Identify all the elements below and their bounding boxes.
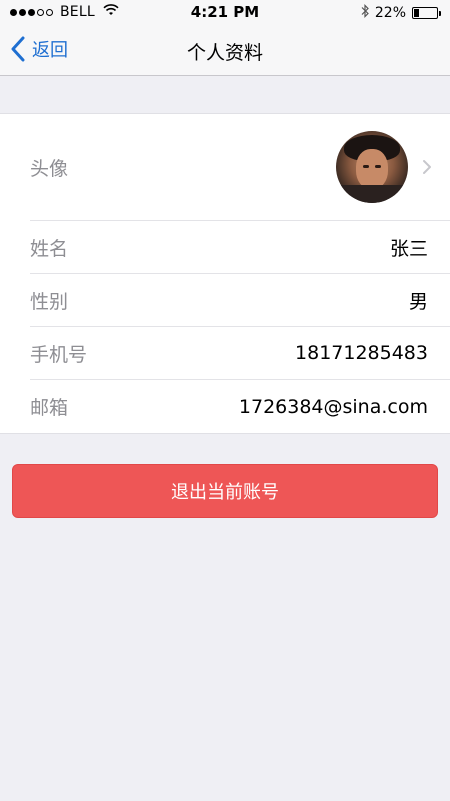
gender-row[interactable]: 性别 男 xyxy=(30,274,450,327)
gender-label: 性别 xyxy=(30,290,69,313)
bluetooth-icon xyxy=(361,4,369,22)
battery-icon xyxy=(412,7,441,19)
battery-percent: 22% xyxy=(374,5,406,21)
gender-value: 男 xyxy=(408,290,428,313)
email-label: 邮箱 xyxy=(30,397,69,419)
avatar-eye xyxy=(375,165,381,168)
profile-list: 头像 姓名 张三 性别 男 手机号 18171285483 邮箱 1726384… xyxy=(0,113,450,434)
avatar-shirt xyxy=(336,185,408,203)
phone-label: 手机号 xyxy=(30,343,88,366)
name-label: 姓名 xyxy=(30,237,69,260)
chevron-right-icon xyxy=(423,160,431,174)
email-row[interactable]: 邮箱 1726384@sina.com xyxy=(30,380,450,433)
avatar-group xyxy=(336,131,432,203)
avatar-row[interactable]: 头像 xyxy=(30,114,450,221)
page-title: 个人资料 xyxy=(186,42,263,64)
avatar-eye xyxy=(363,165,369,168)
logout-button[interactable]: 退出当前账号 xyxy=(12,464,438,518)
nav-bar: 返回 个人资料 xyxy=(0,24,450,76)
avatar-label: 头像 xyxy=(30,157,69,180)
name-value: 张三 xyxy=(389,237,428,260)
status-right: 22% xyxy=(361,4,441,22)
avatar-face xyxy=(356,149,388,189)
email-value: 1726384@sina.com xyxy=(238,395,428,418)
phone-row[interactable]: 手机号 18171285483 xyxy=(30,327,450,380)
battery-fill xyxy=(414,9,419,17)
avatar xyxy=(336,131,408,203)
name-row[interactable]: 姓名 张三 xyxy=(30,221,450,274)
status-bar: BELL 4:21 PM 22% xyxy=(0,0,450,24)
header: BELL 4:21 PM 22% 返回 个人资料 xyxy=(0,0,450,76)
phone-value: 18171285483 xyxy=(295,342,428,364)
